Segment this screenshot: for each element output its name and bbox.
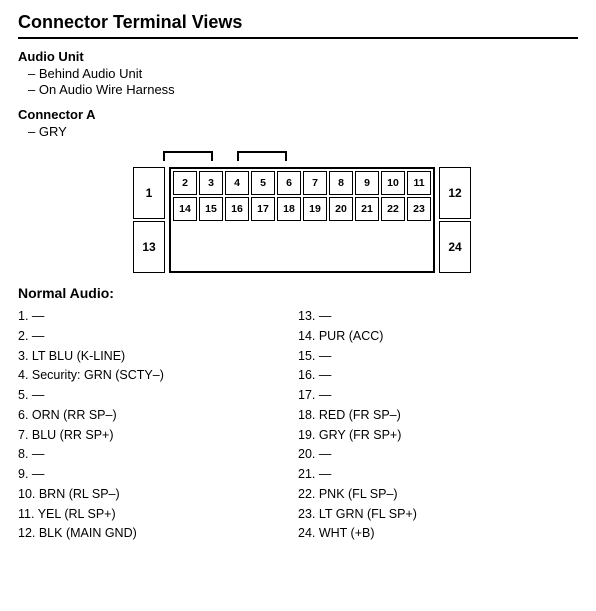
pin-16: 16 [225, 197, 249, 221]
pin-9: 9 [355, 171, 379, 195]
list-item: 24. WHT (+B) [298, 524, 578, 543]
connector-a-title: Connector A [18, 107, 578, 122]
list-item: 1. — [18, 307, 298, 326]
list-item: 10. BRN (RL SP–) [18, 485, 298, 504]
list-item: 3. LT BLU (K-LINE) [18, 347, 298, 366]
pin-1: 1 [133, 167, 165, 219]
connector-tab-left [163, 151, 213, 161]
list-item: 12. BLK (MAIN GND) [18, 524, 298, 543]
pin-20: 20 [329, 197, 353, 221]
pin-2: 2 [173, 171, 197, 195]
pin-17: 17 [251, 197, 275, 221]
audio-unit-title: Audio Unit [18, 49, 578, 64]
middle-pins: 2 3 4 5 6 7 8 9 10 11 14 15 16 17 18 19 … [169, 167, 435, 273]
normal-audio-title: Normal Audio: [18, 285, 578, 301]
list-item: 2. — [18, 327, 298, 346]
audio-unit-item-2: – On Audio Wire Harness [28, 82, 578, 97]
list-item: 5. — [18, 386, 298, 405]
list-item: 16. — [298, 366, 578, 385]
top-pin-row: 2 3 4 5 6 7 8 9 10 11 [173, 171, 431, 195]
list-item: 6. ORN (RR SP–) [18, 406, 298, 425]
pin-22: 22 [381, 197, 405, 221]
list-item: 23. LT GRN (FL SP+) [298, 505, 578, 524]
list-item: 4. Security: GRN (SCTY–) [18, 366, 298, 385]
list-item: 22. PNK (FL SP–) [298, 485, 578, 504]
connector-tab-right [237, 151, 287, 161]
list-item: 13. — [298, 307, 578, 326]
list-item: 18. RED (FR SP–) [298, 406, 578, 425]
pin-15: 15 [199, 197, 223, 221]
list-item: 11. YEL (RL SP+) [18, 505, 298, 524]
pin-23: 23 [407, 197, 431, 221]
pin-lists: 1. —2. —3. LT BLU (K-LINE)4. Security: G… [18, 307, 578, 544]
left-list: 1. —2. —3. LT BLU (K-LINE)4. Security: G… [18, 307, 298, 544]
pin-19: 19 [303, 197, 327, 221]
pin-11: 11 [407, 171, 431, 195]
left-pins: 1 13 [133, 167, 165, 273]
list-item: 8. — [18, 445, 298, 464]
pin-12: 12 [439, 167, 471, 219]
list-item: 9. — [18, 465, 298, 484]
bottom-pin-row: 14 15 16 17 18 19 20 21 22 23 [173, 197, 431, 221]
pin-24: 24 [439, 221, 471, 273]
list-item: 7. BLU (RR SP+) [18, 426, 298, 445]
pin-21: 21 [355, 197, 379, 221]
list-item: 19. GRY (FR SP+) [298, 426, 578, 445]
pin-7: 7 [303, 171, 327, 195]
pin-14: 14 [173, 197, 197, 221]
pin-6: 6 [277, 171, 301, 195]
pin-13: 13 [133, 221, 165, 273]
pin-5: 5 [251, 171, 275, 195]
list-item: 21. — [298, 465, 578, 484]
list-item: 15. — [298, 347, 578, 366]
list-item: 17. — [298, 386, 578, 405]
connector-a-item-1: – GRY [28, 124, 578, 139]
audio-unit-item-1: – Behind Audio Unit [28, 66, 578, 81]
pin-4: 4 [225, 171, 249, 195]
pin-10: 10 [381, 171, 405, 195]
connector-diagram: 1 13 2 3 4 5 6 7 8 9 10 11 14 15 16 17 [83, 149, 513, 273]
list-item: 20. — [298, 445, 578, 464]
pin-8: 8 [329, 171, 353, 195]
list-item: 14. PUR (ACC) [298, 327, 578, 346]
pin-18: 18 [277, 197, 301, 221]
right-list: 13. —14. PUR (ACC)15. —16. —17. —18. RED… [298, 307, 578, 544]
pin-3: 3 [199, 171, 223, 195]
page-title: Connector Terminal Views [18, 12, 578, 39]
right-pins: 12 24 [439, 167, 471, 273]
